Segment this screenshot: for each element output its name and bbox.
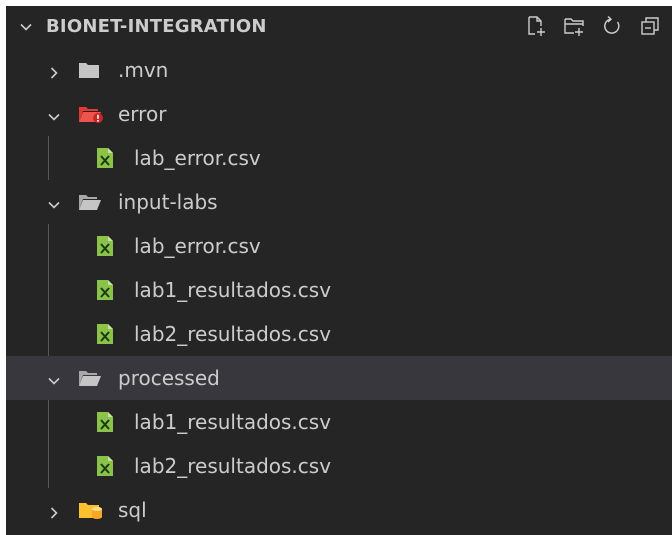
chevron-right-icon[interactable] [46, 62, 62, 79]
chevron-down-icon[interactable] [46, 106, 62, 122]
tree-item-file[interactable]: lab2_resultados.csv [6, 312, 672, 356]
tree-item-processed[interactable]: processed [6, 356, 672, 400]
tree-item-label: lab_error.csv [134, 234, 261, 258]
tree-item-label: lab2_resultados.csv [134, 322, 332, 346]
csv-file-icon [94, 323, 116, 345]
tree-item-label: error [118, 102, 167, 126]
tree-item-label: lab2_resultados.csv [134, 454, 332, 478]
csv-file-icon [94, 279, 116, 301]
explorer-title: BIONET-INTEGRATION [46, 16, 267, 37]
tree-item-file[interactable]: lab1_resultados.csv [6, 268, 672, 312]
tree-item-label: lab1_resultados.csv [134, 278, 332, 302]
sql-folder-icon [78, 499, 102, 521]
file-explorer: BIONET-INTEGRATION .mvn error lab_error.… [6, 6, 672, 535]
new-file-icon[interactable] [524, 14, 548, 38]
folder-open-icon [78, 367, 101, 389]
tree-item-label: .mvn [118, 58, 169, 82]
error-folder-icon [78, 103, 103, 125]
new-folder-icon[interactable] [562, 14, 586, 38]
folder-icon [78, 59, 100, 81]
explorer-header[interactable]: BIONET-INTEGRATION [6, 6, 672, 48]
explorer-actions [524, 14, 662, 38]
folder-open-icon [78, 191, 101, 213]
tree-item-sql[interactable]: sql [6, 488, 672, 532]
collapse-all-icon[interactable] [638, 14, 662, 38]
tree-item-label: sql [118, 498, 147, 522]
chevron-down-icon[interactable] [46, 194, 62, 210]
tree-item-file[interactable]: lab_error.csv [6, 136, 672, 180]
chevron-down-icon[interactable] [18, 19, 34, 35]
chevron-right-icon[interactable] [46, 502, 62, 519]
tree-item-label: lab_error.csv [134, 146, 261, 170]
tree-item-file[interactable]: lab_error.csv [6, 224, 672, 268]
tree-item-error[interactable]: error [6, 92, 672, 136]
tree-item-label: lab1_resultados.csv [134, 410, 332, 434]
tree-item-mvn[interactable]: .mvn [6, 48, 672, 92]
refresh-icon[interactable] [600, 14, 624, 38]
tree-item-file[interactable]: lab2_resultados.csv [6, 444, 672, 488]
chevron-down-icon[interactable] [46, 370, 62, 386]
csv-file-icon [94, 411, 116, 433]
csv-file-icon [94, 455, 116, 477]
tree-item-label: processed [118, 366, 220, 390]
tree-item-input-labs[interactable]: input-labs [6, 180, 672, 224]
tree-item-file[interactable]: lab1_resultados.csv [6, 400, 672, 444]
csv-file-icon [94, 147, 116, 169]
csv-file-icon [94, 235, 116, 257]
tree-item-label: input-labs [118, 190, 218, 214]
